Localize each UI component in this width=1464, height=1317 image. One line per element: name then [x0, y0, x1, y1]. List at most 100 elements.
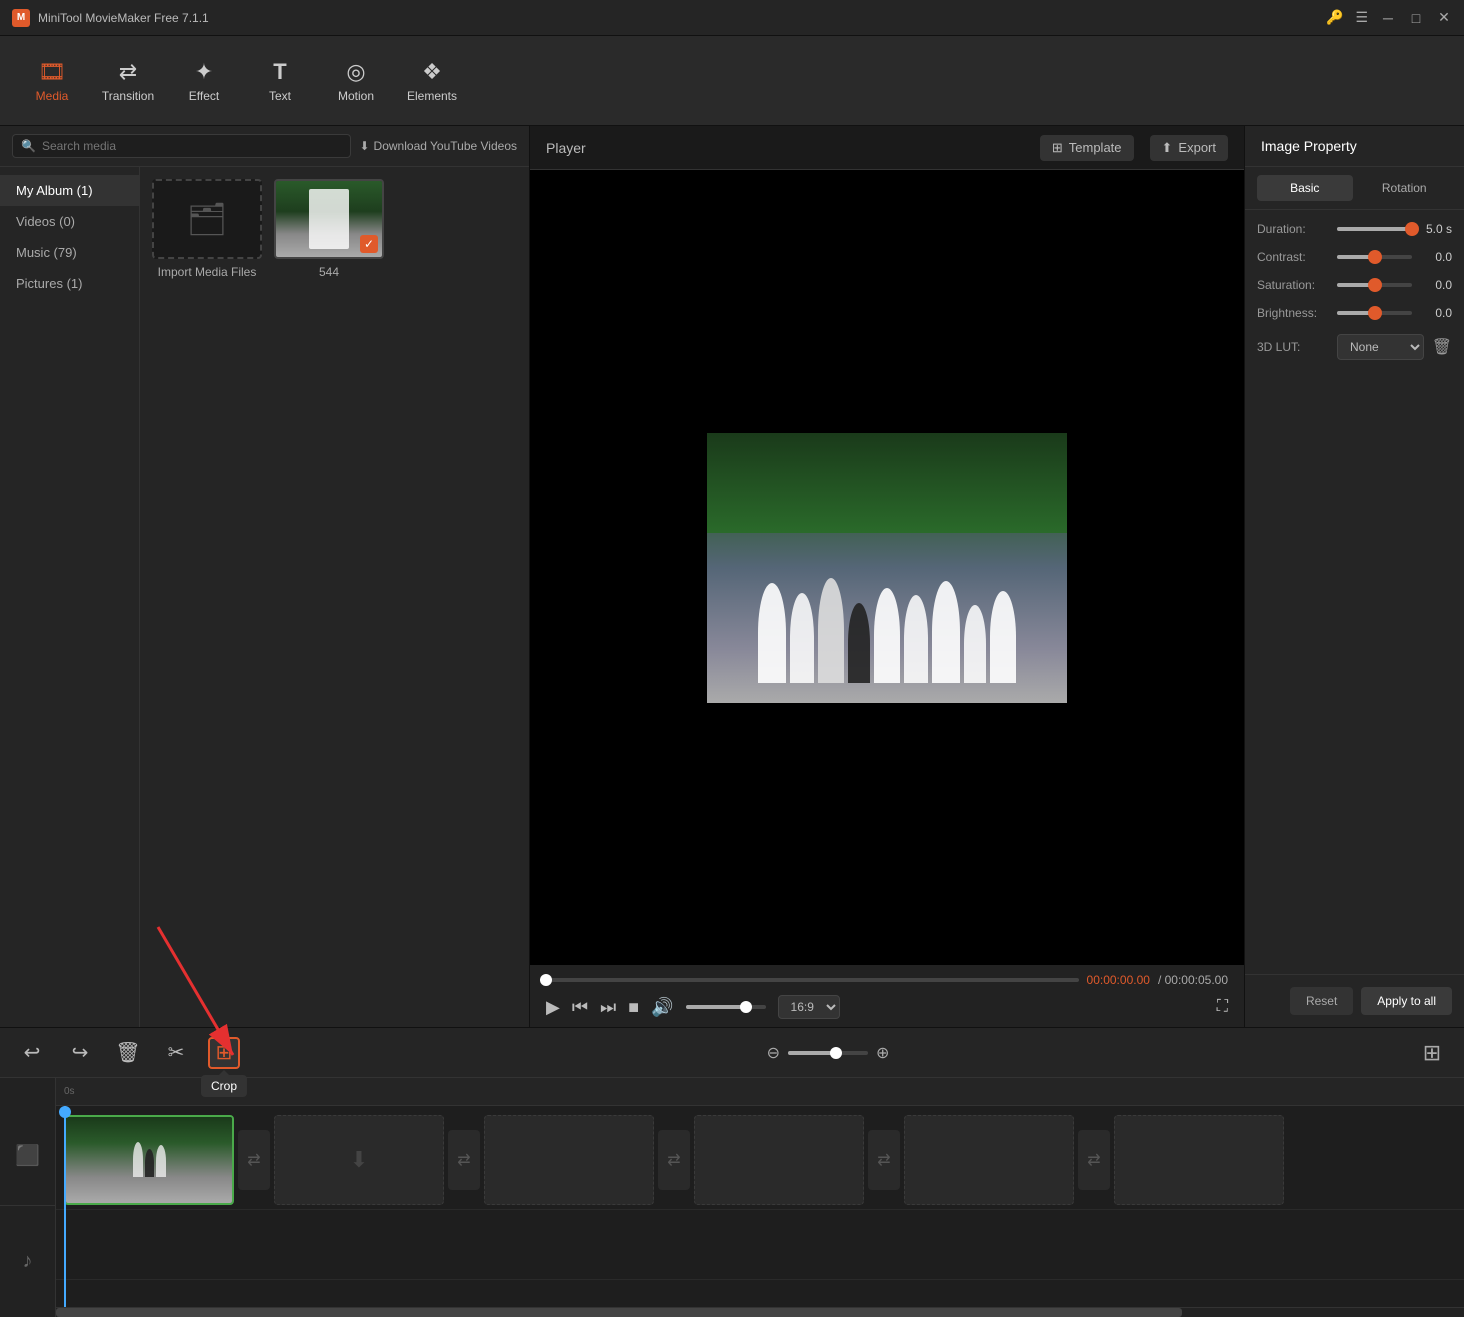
video-clip-1[interactable]: [64, 1115, 234, 1205]
media-checked-icon: ✓: [360, 235, 378, 253]
lut-delete-button[interactable]: 🗑: [1432, 337, 1452, 357]
crop-button[interactable]: ⊞: [208, 1037, 240, 1069]
template-button[interactable]: ⊞ Template: [1040, 135, 1134, 161]
player-title: Player: [546, 140, 586, 156]
volume-fill: [686, 1005, 746, 1009]
progress-track[interactable]: [546, 978, 1079, 982]
sidebar-item-my-album[interactable]: My Album (1): [0, 175, 139, 206]
import-label: Import Media Files: [158, 265, 257, 279]
property-tabs: Basic Rotation: [1245, 167, 1464, 210]
player-screen: [530, 170, 1244, 965]
apply-all-button[interactable]: Apply to all: [1361, 987, 1452, 1015]
progress-bar-container: 00:00:00.00 / 00:00:05.00: [546, 973, 1228, 987]
toolbar-effect[interactable]: ✦ Effect: [168, 45, 240, 117]
download-icon: ⬇: [359, 139, 369, 153]
image-property-panel: Image Property Basic Rotation Duration: …: [1244, 126, 1464, 1027]
image-property-header: Image Property: [1245, 126, 1464, 167]
toolbar-transition-label: Transition: [102, 89, 154, 103]
playhead-handle[interactable]: [59, 1106, 71, 1118]
aspect-ratio-select[interactable]: 16:9: [778, 995, 840, 1019]
ruler-mark-0s: 0s: [64, 1086, 75, 1097]
toolbar-elements[interactable]: ❖ Elements: [396, 45, 468, 117]
reset-button[interactable]: Reset: [1290, 987, 1353, 1015]
zoom-out-icon[interactable]: ⊖: [767, 1043, 780, 1063]
minimize-button[interactable]: ─: [1380, 10, 1396, 26]
track-placeholder-3[interactable]: [694, 1115, 864, 1205]
import-media-item[interactable]: 🗂 Import Media Files: [152, 179, 262, 279]
player-area: Player ⊞ Template ⬆ Export: [530, 126, 1244, 1027]
sidebar-item-music[interactable]: Music (79): [0, 237, 139, 268]
sidebar-content: My Album (1) Videos (0) Music (79) Pictu…: [0, 167, 529, 1027]
import-thumb: 🗂: [152, 179, 262, 259]
timeline-content: ⬛ ♪ 0s 5s: [0, 1078, 1464, 1317]
toolbar-media[interactable]: 🎞 Media: [16, 45, 88, 117]
play-button[interactable]: ▶: [546, 997, 560, 1018]
contrast-slider[interactable]: [1337, 255, 1412, 259]
delete-button[interactable]: 🗑: [112, 1037, 144, 1069]
transition-4[interactable]: ⇄: [868, 1130, 900, 1190]
tab-basic[interactable]: Basic: [1257, 175, 1353, 201]
export-icon: ⬆: [1162, 140, 1173, 156]
media-item-544[interactable]: ✓ 544: [274, 179, 384, 279]
duration-slider[interactable]: [1337, 227, 1412, 231]
audio-track-row: [56, 1210, 1464, 1280]
track-placeholder-4[interactable]: [904, 1115, 1074, 1205]
transition-5[interactable]: ⇄: [1078, 1130, 1110, 1190]
effect-icon: ✦: [195, 59, 213, 85]
toolbar: 🎞 Media ⇄ Transition ✦ Effect T Text ◎ M…: [0, 36, 1464, 126]
timeline-scrollbar[interactable]: [56, 1307, 1464, 1317]
transition-3[interactable]: ⇄: [658, 1130, 690, 1190]
saturation-label: Saturation:: [1257, 278, 1329, 292]
text-icon: T: [273, 59, 286, 85]
current-time: 00:00:00.00: [1087, 973, 1150, 987]
search-media-container[interactable]: 🔍: [12, 134, 351, 158]
export-label: Export: [1178, 140, 1216, 155]
saturation-slider[interactable]: [1337, 283, 1412, 287]
volume-button[interactable]: 🔊: [651, 997, 673, 1018]
transition-1[interactable]: ⇄: [238, 1130, 270, 1190]
media-544-label: 544: [319, 265, 339, 279]
download-youtube-button[interactable]: ⬇ Download YouTube Videos: [359, 139, 517, 153]
export-button[interactable]: ⬆ Export: [1150, 135, 1228, 161]
timeline-ruler-area: 0s 5s: [56, 1078, 1464, 1317]
undo-button[interactable]: ↩: [16, 1037, 48, 1069]
maximize-button[interactable]: □: [1408, 10, 1424, 26]
volume-track[interactable]: [686, 1005, 766, 1009]
add-track-button[interactable]: ⊞: [1416, 1037, 1448, 1069]
close-button[interactable]: ✕: [1436, 10, 1452, 26]
key-icon[interactable]: 🔑: [1326, 9, 1343, 26]
timeline-track-icons: ⬛ ♪: [0, 1078, 56, 1317]
brightness-slider[interactable]: [1337, 311, 1412, 315]
next-frame-button[interactable]: ⏭: [600, 997, 616, 1018]
brightness-value: 0.0: [1420, 306, 1452, 320]
tab-rotation[interactable]: Rotation: [1357, 175, 1453, 201]
track-placeholder-5[interactable]: [1114, 1115, 1284, 1205]
toolbar-elements-label: Elements: [407, 89, 457, 103]
motion-icon: ◎: [346, 59, 365, 85]
menu-icon[interactable]: ☰: [1355, 9, 1368, 26]
track-placeholder-1[interactable]: ⬇: [274, 1115, 444, 1205]
transition-2[interactable]: ⇄: [448, 1130, 480, 1190]
cut-button[interactable]: ✂: [160, 1037, 192, 1069]
zoom-slider[interactable]: [788, 1051, 868, 1055]
toolbar-motion[interactable]: ◎ Motion: [320, 45, 392, 117]
stop-button[interactable]: ■: [628, 997, 639, 1018]
brightness-row: Brightness: 0.0: [1257, 306, 1452, 320]
search-icon: 🔍: [21, 139, 36, 153]
toolbar-transition[interactable]: ⇄ Transition: [92, 45, 164, 117]
app-logo: M: [12, 9, 30, 27]
scrollbar-thumb: [56, 1308, 1182, 1317]
sidebar-item-videos[interactable]: Videos (0): [0, 206, 139, 237]
fullscreen-button[interactable]: ⛶: [1217, 998, 1228, 1016]
search-input[interactable]: [42, 139, 343, 153]
toolbar-text[interactable]: T Text: [244, 45, 316, 117]
prev-frame-button[interactable]: ⏮: [572, 997, 588, 1018]
player-header: Player ⊞ Template ⬆ Export: [530, 126, 1244, 170]
lut-select[interactable]: None: [1337, 334, 1424, 360]
redo-button[interactable]: ↪: [64, 1037, 96, 1069]
zoom-in-icon[interactable]: ⊕: [876, 1043, 889, 1063]
sidebar-item-pictures[interactable]: Pictures (1): [0, 268, 139, 299]
track-placeholder-2[interactable]: [484, 1115, 654, 1205]
media-grid: 🗂 Import Media Files ✓ 544: [140, 167, 529, 1027]
template-icon: ⊞: [1052, 140, 1063, 156]
